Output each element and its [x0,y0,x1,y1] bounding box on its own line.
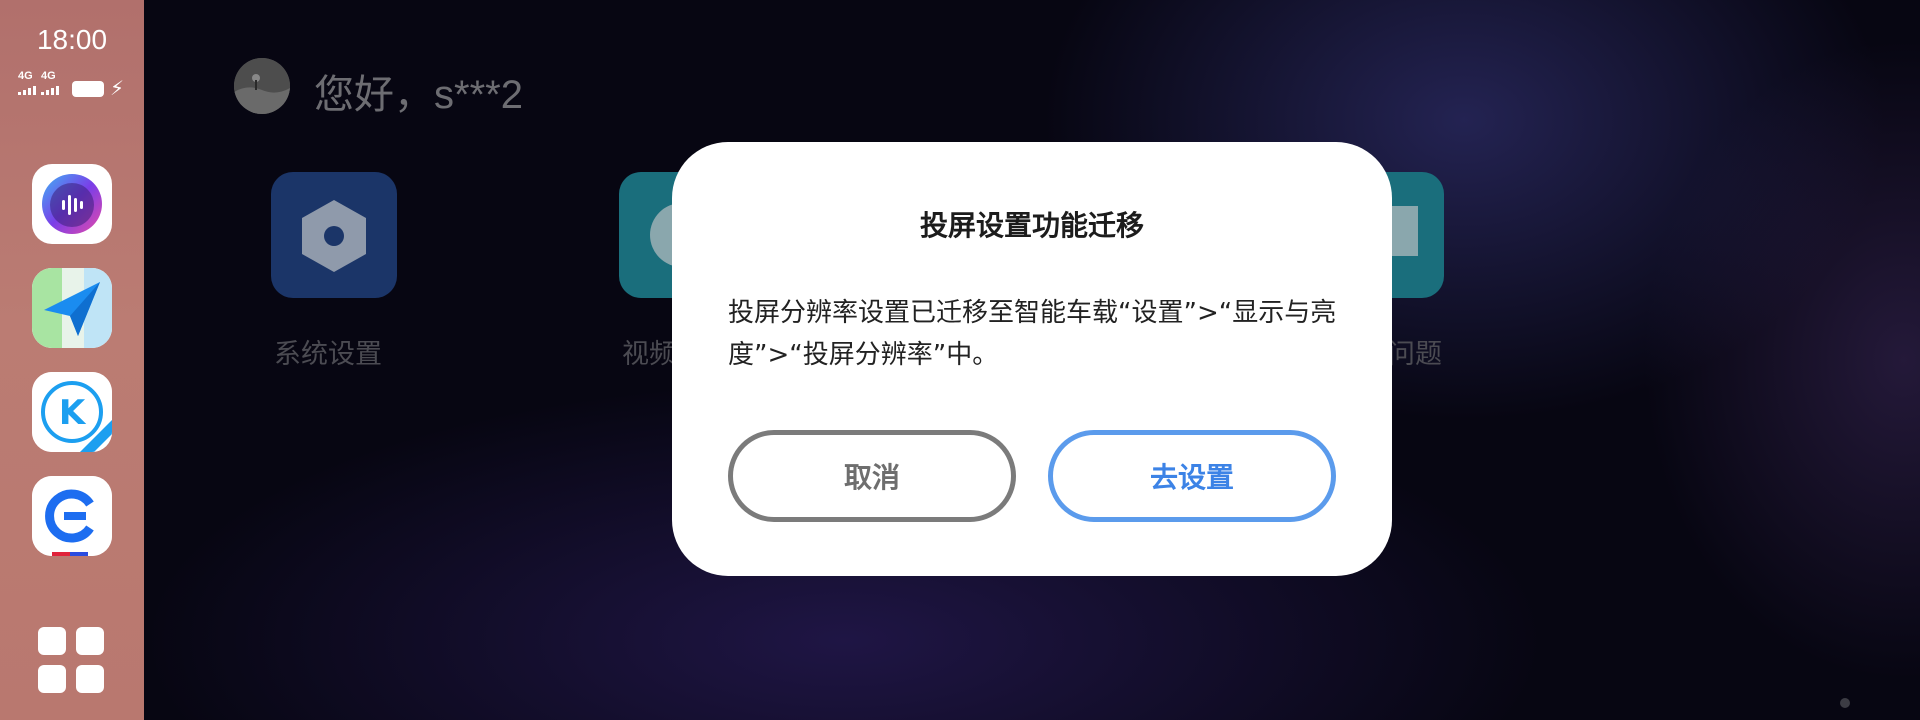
left-dock: 18:00 4G 4G ⚡ K [0,0,144,720]
go-to-settings-button[interactable]: 去设置 [1048,430,1336,522]
status-indicators: 4G 4G ⚡ [18,68,128,102]
kuwo-music-icon: K [32,372,112,452]
app-grid-icon [76,665,104,693]
dialog-title: 投屏设置功能迁移 [919,209,1144,242]
app-grid-button[interactable] [38,627,104,693]
system-settings-tile[interactable] [271,172,397,298]
voice-assistant-icon [42,174,102,234]
signal-icon [18,85,36,95]
clock: 18:00 [36,24,108,55]
avatar[interactable] [234,58,290,114]
system-settings-label: 系统设置 [274,339,382,370]
app-grid-icon [38,665,66,693]
connect-app[interactable] [32,476,112,556]
dialog-message: 投屏分辨率设置已迁移至智能车载“设置”>“显示与亮度”>“投屏分辨率”中。 [728,298,1337,370]
page-indicator-dot [1840,698,1850,708]
cancel-button[interactable]: 取消 [728,430,1016,522]
svg-text:K: K [59,393,87,433]
kuwo-music-app[interactable]: K [32,372,112,452]
app-grid-icon [76,627,104,655]
network-label-2: 4G [41,70,56,82]
charging-icon: ⚡ [110,76,125,100]
faq-label: 问题 [1388,339,1442,370]
migration-dialog: 投屏设置功能迁移 投屏分辨率设置已迁移至智能车载“设置”>“显示与亮度”>“投屏… [672,142,1392,576]
navigation-icon [32,268,112,348]
connect-app-icon [32,476,112,556]
settings-hex-icon [302,200,366,272]
navigation-app[interactable] [32,268,112,348]
screen: 您好，s***2 系统设置 视频 问题 18:00 4G 4G ⚡ K 投屏设置… [0,0,1920,720]
battery-icon [72,81,104,97]
voice-assistant-app[interactable] [32,164,112,244]
signal-icon [41,85,59,95]
greeting-text: 您好，s***2 [314,73,523,117]
video-label: 视频 [622,339,676,370]
network-label-1: 4G [18,70,33,82]
app-grid-icon [38,627,66,655]
